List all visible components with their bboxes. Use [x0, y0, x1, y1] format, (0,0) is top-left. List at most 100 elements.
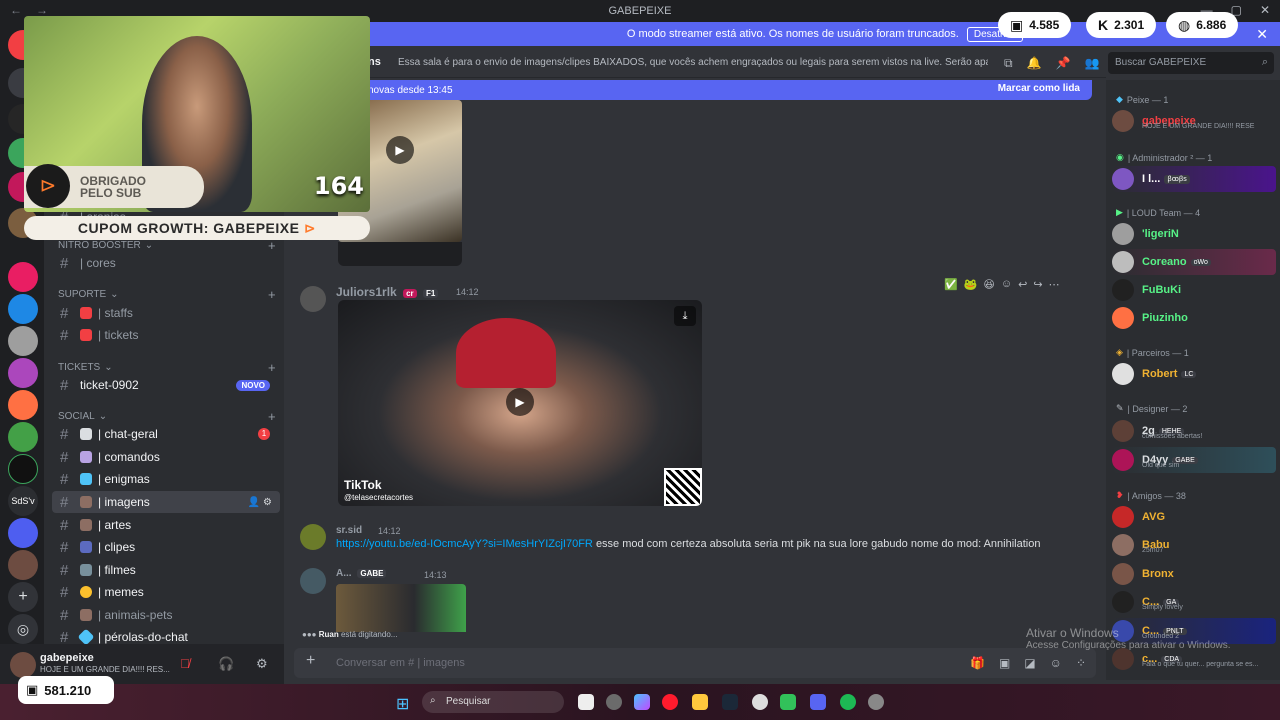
channel-settings-icon[interactable]: 👤 ⚙ — [248, 497, 272, 508]
channel-item-active[interactable]: # | imagens 👤 ⚙ — [52, 491, 280, 513]
headphones-icon[interactable]: 🎧 — [218, 656, 234, 672]
play-icon[interactable]: ▶ — [506, 388, 534, 416]
server-icon[interactable] — [8, 390, 38, 420]
message-author[interactable]: A... GABE — [336, 568, 387, 579]
channel-item[interactable]: # | cores — [52, 252, 280, 274]
channel-item[interactable]: # | comandos — [52, 446, 280, 468]
member-item[interactable]: I l... ꞵꝏꞵs — [1112, 166, 1276, 192]
channel-item[interactable]: # | animais-pets — [52, 604, 280, 626]
member-item[interactable]: 2g HEHE comissões abertas! — [1112, 418, 1276, 444]
attach-plus-icon[interactable]: + — [306, 652, 315, 670]
channel-item[interactable]: # | memes — [52, 581, 280, 603]
gif-icon[interactable]: ▣ — [999, 656, 1010, 670]
add-server-icon[interactable]: + — [8, 582, 38, 612]
discord-icon[interactable] — [810, 694, 826, 710]
member-item[interactable]: gabepeixe HOJE E UM GRANDE DIA!!!! RESE — [1112, 108, 1276, 134]
avatar[interactable] — [300, 568, 326, 594]
avatar[interactable] — [300, 286, 326, 312]
server-icon[interactable] — [8, 262, 38, 292]
pin-icon[interactable]: 📌 — [1056, 56, 1071, 71]
task-view-icon[interactable] — [578, 694, 594, 710]
back-arrow-icon[interactable]: ← — [10, 3, 22, 17]
channel-item[interactable]: # | staffs — [52, 302, 280, 324]
category-nitro-booster[interactable]: NITRO BOOSTER ⌄ + — [58, 238, 276, 253]
message-media[interactable] — [336, 584, 466, 632]
app-icon[interactable] — [780, 694, 796, 710]
channel-item[interactable]: # | clipes — [52, 536, 280, 558]
members-icon[interactable]: 👥 — [1084, 56, 1099, 71]
reaction-icon[interactable]: 🐸 — [964, 278, 978, 291]
message-author[interactable]: sr.sid — [336, 525, 362, 536]
app-icon[interactable] — [606, 694, 622, 710]
add-channel-icon[interactable]: + — [268, 360, 276, 375]
server-icon[interactable] — [8, 454, 38, 484]
channel-item[interactable]: # | enigmas — [52, 468, 280, 490]
member-item[interactable]: Piuzinho — [1112, 305, 1276, 331]
emoji-icon[interactable]: ☺ — [1050, 656, 1062, 670]
gear-icon[interactable]: ⚙ — [256, 656, 268, 672]
add-reaction-icon[interactable]: ☺ — [1001, 278, 1012, 290]
server-icon[interactable] — [8, 518, 38, 548]
member-item[interactable]: 'ligeriN — [1112, 221, 1276, 247]
channel-topic[interactable]: Essa sala é para o envio de imagens/clip… — [398, 57, 988, 68]
member-item[interactable]: C... GA Simply lovely — [1112, 589, 1276, 615]
copilot-icon[interactable] — [634, 694, 650, 710]
close-notice-icon[interactable]: ✕ — [1256, 26, 1268, 43]
member-item[interactable]: Babu 25m07 — [1112, 532, 1276, 558]
avatar[interactable] — [10, 652, 36, 678]
explore-servers-icon[interactable]: ◎ — [8, 614, 38, 644]
mark-read-button[interactable]: Marcar como lida — [998, 83, 1080, 94]
new-messages-bar[interactable]: novas desde 13:45 Marcar como lida — [362, 80, 1092, 100]
app-icon[interactable] — [752, 694, 768, 710]
more-icon[interactable]: ⋯ — [1049, 278, 1060, 291]
channel-item[interactable]: # | tickets — [52, 324, 280, 346]
message-link[interactable]: https://youtu.be/ed-IOcmcAyY?si=IMesHrYI… — [336, 538, 593, 550]
obs-icon[interactable] — [868, 694, 884, 710]
windows-start-icon[interactable]: ⊞ — [396, 694, 409, 714]
add-channel-icon[interactable]: + — [268, 287, 276, 302]
avatar[interactable] — [300, 524, 326, 550]
member-item[interactable]: AVG — [1112, 504, 1276, 530]
forward-arrow-icon[interactable]: → — [36, 3, 48, 17]
forward-icon[interactable]: ↪ — [1033, 278, 1042, 291]
file-explorer-icon[interactable] — [692, 694, 708, 710]
member-item[interactable]: FuBuKi — [1112, 277, 1276, 303]
reply-icon[interactable]: ↩ — [1018, 278, 1027, 291]
channel-item[interactable]: # | filmes — [52, 559, 280, 581]
threads-icon[interactable]: ⧉ — [1004, 56, 1013, 71]
play-icon[interactable]: ▶ — [386, 136, 414, 164]
sticker-icon[interactable]: ◪ — [1024, 656, 1035, 670]
close-button[interactable]: ✕ — [1260, 3, 1270, 17]
gift-icon[interactable]: 🎁 — [970, 656, 985, 670]
add-channel-icon[interactable]: + — [268, 238, 276, 253]
mute-mic-icon[interactable]: 🎙̸ — [180, 656, 190, 671]
search-input[interactable]: Buscar GABEPEIXE ⌕ — [1108, 52, 1274, 74]
bell-icon[interactable]: 🔔 — [1027, 56, 1042, 71]
server-icon[interactable] — [8, 294, 38, 324]
message-input[interactable]: + Conversar em # | imagens 🎁 ▣ ◪ ☺ ⁘ — [294, 648, 1096, 678]
video-embed[interactable]: ▶ TikTok @telasecretacortes ⤓ — [338, 300, 702, 506]
taskbar-search-input[interactable]: ⌕ Pesquisar — [422, 691, 564, 713]
server-icon[interactable]: SdS'v — [8, 486, 38, 516]
server-icon[interactable] — [8, 422, 38, 452]
channel-item[interactable]: # | artes — [52, 514, 280, 536]
category-suporte[interactable]: SUPORTE ⌄ + — [58, 287, 276, 302]
check-reaction-icon[interactable]: ✅ — [944, 278, 958, 291]
steam-icon[interactable] — [722, 694, 738, 710]
reaction-icon[interactable]: 😆 — [983, 278, 994, 291]
channel-item[interactable]: # | chat-geral 1 — [52, 423, 280, 445]
channel-item[interactable]: # ticket-0902 NOVO — [52, 374, 280, 396]
apps-icon[interactable]: ⁘ — [1076, 656, 1086, 670]
opera-icon[interactable] — [662, 694, 678, 710]
message-author[interactable]: Juliors1rlk cr F1 — [336, 285, 439, 299]
category-social[interactable]: SOCIAL ⌄ + — [58, 409, 276, 424]
download-icon[interactable]: ⤓ — [674, 306, 696, 326]
spotify-icon[interactable] — [840, 694, 856, 710]
member-item[interactable]: D4yy GABE Old que sim — [1112, 447, 1276, 473]
category-tickets[interactable]: TICKETS ⌄ + — [58, 360, 276, 375]
member-item[interactable]: Bronx — [1112, 561, 1276, 587]
member-item[interactable]: Robert LC — [1112, 361, 1276, 387]
server-icon[interactable] — [8, 358, 38, 388]
server-icon[interactable] — [8, 326, 38, 356]
member-item[interactable]: Coreano oWo — [1112, 249, 1276, 275]
